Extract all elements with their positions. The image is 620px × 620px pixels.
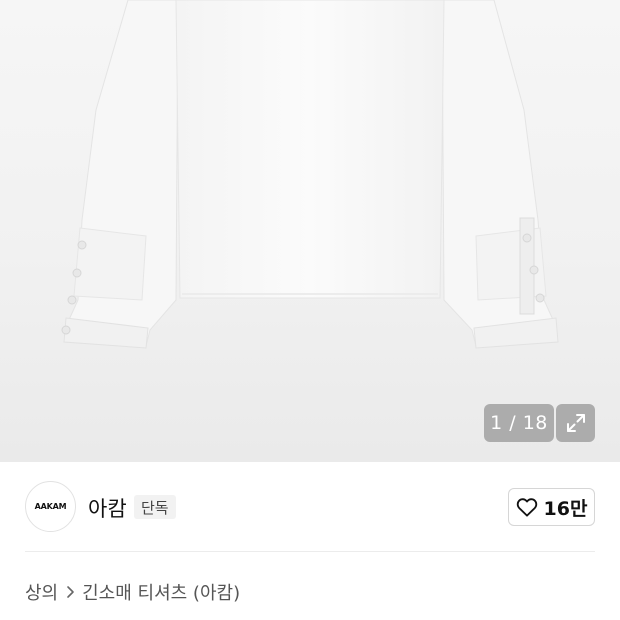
brand-row: AAKAM 아캄 단독 16만 [0, 462, 620, 552]
brand-logo[interactable]: AAKAM [25, 481, 76, 532]
brand-logo-text: AAKAM [34, 502, 67, 511]
heart-outline-icon [516, 498, 537, 517]
breadcrumb-item-subcategory[interactable]: 긴소매 티셔츠 (아캄) [82, 579, 240, 605]
expand-icon [566, 414, 585, 432]
product-image-shirt [61, 0, 559, 349]
image-counter: 1 / 18 [484, 404, 554, 442]
divider [25, 551, 595, 552]
brand-name[interactable]: 아캄 [88, 493, 127, 523]
exclusive-badge: 단독 [134, 495, 176, 519]
product-image-gallery[interactable]: 1 / 18 [0, 0, 620, 462]
expand-button[interactable] [556, 404, 595, 442]
chevron-right-icon [64, 585, 76, 599]
like-count: 16만 [543, 497, 588, 520]
breadcrumb-item-category[interactable]: 상의 [25, 579, 58, 605]
breadcrumb: 상의 긴소매 티셔츠 (아캄) [25, 578, 240, 606]
like-button[interactable]: 16만 [508, 488, 595, 526]
